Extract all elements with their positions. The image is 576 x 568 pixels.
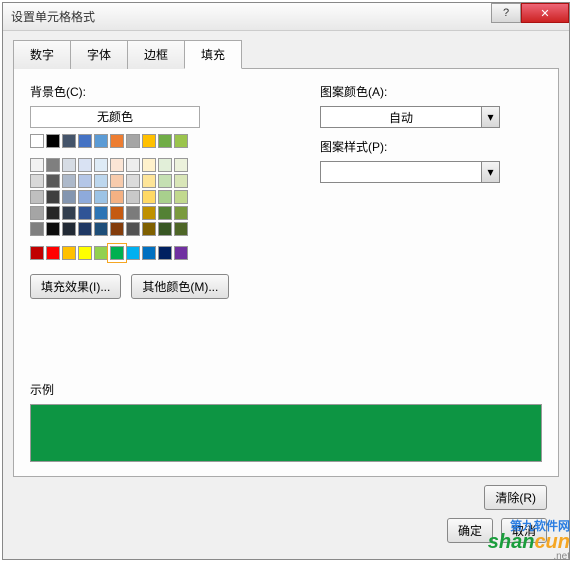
- chevron-down-icon: ▾: [481, 162, 499, 182]
- color-swatch[interactable]: [94, 246, 108, 260]
- color-swatch[interactable]: [78, 174, 92, 188]
- color-swatch[interactable]: [94, 134, 108, 148]
- color-swatch[interactable]: [78, 158, 92, 172]
- tab-number[interactable]: 数字: [13, 40, 71, 69]
- color-swatch[interactable]: [46, 190, 60, 204]
- color-swatch[interactable]: [94, 222, 108, 236]
- color-swatch[interactable]: [78, 222, 92, 236]
- color-swatch[interactable]: [158, 158, 172, 172]
- color-swatch[interactable]: [78, 246, 92, 260]
- chevron-down-icon: ▾: [481, 107, 499, 127]
- color-swatch[interactable]: [174, 158, 188, 172]
- color-swatch[interactable]: [126, 134, 140, 148]
- color-swatch[interactable]: [94, 190, 108, 204]
- ok-button[interactable]: 确定: [447, 518, 493, 543]
- tab-border[interactable]: 边框: [127, 40, 185, 69]
- color-swatch[interactable]: [46, 174, 60, 188]
- tab-font[interactable]: 字体: [70, 40, 128, 69]
- color-swatch[interactable]: [30, 134, 44, 148]
- color-swatch[interactable]: [46, 222, 60, 236]
- color-swatch[interactable]: [110, 206, 124, 220]
- color-swatch[interactable]: [126, 190, 140, 204]
- clear-button[interactable]: 清除(R): [484, 485, 547, 510]
- color-swatch[interactable]: [94, 158, 108, 172]
- color-swatch[interactable]: [158, 246, 172, 260]
- color-swatch[interactable]: [158, 222, 172, 236]
- color-swatch[interactable]: [62, 134, 76, 148]
- color-swatch[interactable]: [94, 206, 108, 220]
- no-color-button[interactable]: 无颜色: [30, 106, 200, 128]
- pattern-style-label: 图案样式(P):: [320, 138, 542, 155]
- tab-bar: 数字 字体 边框 填充: [13, 39, 559, 69]
- color-swatch[interactable]: [62, 206, 76, 220]
- color-swatch[interactable]: [46, 246, 60, 260]
- color-swatch[interactable]: [158, 190, 172, 204]
- color-swatch[interactable]: [126, 246, 140, 260]
- color-swatch[interactable]: [78, 190, 92, 204]
- color-swatch[interactable]: [110, 246, 124, 260]
- fill-effect-button[interactable]: 填充效果(I)...: [30, 274, 121, 299]
- tab-fill[interactable]: 填充: [184, 40, 242, 69]
- color-swatch[interactable]: [62, 222, 76, 236]
- color-swatch[interactable]: [78, 134, 92, 148]
- color-swatch[interactable]: [174, 174, 188, 188]
- color-swatch[interactable]: [110, 174, 124, 188]
- titlebar: 设置单元格格式 ? ✕: [3, 3, 569, 31]
- color-swatch[interactable]: [174, 246, 188, 260]
- close-button[interactable]: ✕: [521, 3, 569, 23]
- color-swatch[interactable]: [30, 158, 44, 172]
- color-swatch[interactable]: [174, 190, 188, 204]
- color-swatch[interactable]: [78, 206, 92, 220]
- color-swatch[interactable]: [62, 190, 76, 204]
- color-swatch[interactable]: [30, 222, 44, 236]
- color-swatch[interactable]: [142, 206, 156, 220]
- color-swatch[interactable]: [62, 158, 76, 172]
- color-swatch[interactable]: [158, 206, 172, 220]
- color-swatch[interactable]: [46, 134, 60, 148]
- pattern-color-combo[interactable]: 自动 ▾: [320, 106, 500, 128]
- pattern-style-combo[interactable]: ▾: [320, 161, 500, 183]
- other-color-button[interactable]: 其他颜色(M)...: [131, 274, 229, 299]
- color-swatch[interactable]: [110, 222, 124, 236]
- sample-label: 示例: [30, 381, 542, 398]
- color-swatch[interactable]: [142, 158, 156, 172]
- pattern-color-value: 自动: [321, 109, 481, 126]
- color-swatch[interactable]: [62, 174, 76, 188]
- color-swatch[interactable]: [110, 158, 124, 172]
- dialog-title: 设置单元格格式: [11, 8, 95, 25]
- color-swatch[interactable]: [30, 206, 44, 220]
- color-swatch[interactable]: [142, 174, 156, 188]
- color-swatch[interactable]: [126, 158, 140, 172]
- color-swatch[interactable]: [174, 134, 188, 148]
- color-swatch[interactable]: [142, 222, 156, 236]
- color-swatch[interactable]: [62, 246, 76, 260]
- color-swatch[interactable]: [126, 174, 140, 188]
- color-swatch[interactable]: [30, 174, 44, 188]
- color-swatch[interactable]: [142, 190, 156, 204]
- color-swatch[interactable]: [46, 158, 60, 172]
- color-swatch[interactable]: [30, 246, 44, 260]
- color-swatch[interactable]: [142, 134, 156, 148]
- pattern-color-label: 图案颜色(A):: [320, 83, 542, 100]
- color-swatch[interactable]: [158, 174, 172, 188]
- color-swatch[interactable]: [126, 206, 140, 220]
- help-button[interactable]: ?: [491, 3, 521, 23]
- color-swatch[interactable]: [46, 206, 60, 220]
- color-swatch[interactable]: [110, 190, 124, 204]
- color-swatch[interactable]: [142, 246, 156, 260]
- color-swatch[interactable]: [94, 174, 108, 188]
- color-swatch[interactable]: [126, 222, 140, 236]
- color-swatch[interactable]: [174, 222, 188, 236]
- color-palette: [30, 134, 290, 260]
- color-swatch[interactable]: [158, 134, 172, 148]
- sample-preview: [30, 404, 542, 462]
- color-swatch[interactable]: [174, 206, 188, 220]
- cancel-button[interactable]: 取消: [501, 518, 547, 543]
- color-swatch[interactable]: [30, 190, 44, 204]
- background-color-label: 背景色(C):: [30, 83, 290, 100]
- color-swatch[interactable]: [110, 134, 124, 148]
